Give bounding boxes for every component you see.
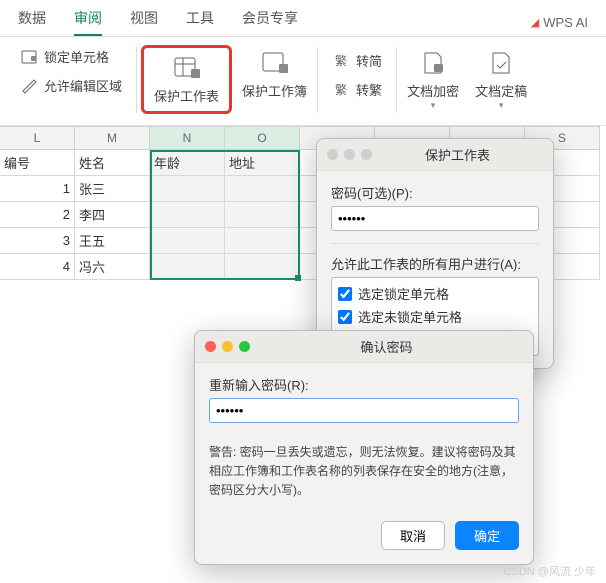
confirm-password-input[interactable] bbox=[209, 398, 519, 423]
cell[interactable] bbox=[150, 176, 225, 202]
protect-sheet-button[interactable]: 保护工作表 bbox=[148, 50, 225, 109]
to-simplified-button[interactable]: 繁 转简 bbox=[330, 49, 384, 72]
cell[interactable] bbox=[150, 228, 225, 254]
dialog-titlebar[interactable]: 保护工作表 bbox=[317, 139, 553, 171]
label: 锁定单元格 bbox=[44, 47, 109, 66]
label: 允许编辑区域 bbox=[44, 76, 122, 95]
highlighted-button: 保护工作表 bbox=[141, 45, 232, 114]
perm-item[interactable]: 选定锁定单元格 bbox=[338, 282, 532, 305]
col-header[interactable]: M bbox=[75, 126, 150, 150]
cell[interactable]: 编号 bbox=[0, 150, 75, 176]
file-lock-icon bbox=[418, 49, 448, 77]
label: 转简 bbox=[356, 51, 382, 70]
maximize-icon[interactable] bbox=[361, 149, 372, 160]
close-icon[interactable] bbox=[205, 341, 216, 352]
cell[interactable] bbox=[225, 202, 300, 228]
cell[interactable]: 张三 bbox=[75, 176, 150, 202]
col-header[interactable]: L bbox=[0, 126, 75, 150]
lock-icon bbox=[20, 48, 38, 66]
divider bbox=[317, 47, 318, 113]
cell[interactable] bbox=[225, 176, 300, 202]
cell[interactable] bbox=[225, 228, 300, 254]
to-traditional-button[interactable]: 繁 转繁 bbox=[330, 78, 384, 101]
dialog-title: 确认密码 bbox=[250, 337, 523, 356]
checkbox[interactable] bbox=[338, 287, 352, 301]
chevron-down-icon: ▾ bbox=[499, 100, 504, 111]
cell[interactable]: 2 bbox=[0, 202, 75, 228]
file-check-icon bbox=[486, 49, 516, 77]
cell[interactable]: 年龄 bbox=[150, 150, 225, 176]
dialog-titlebar[interactable]: 确认密码 bbox=[195, 331, 533, 363]
cell[interactable]: 4 bbox=[0, 254, 75, 280]
allow-edit-range-button[interactable]: 允许编辑区域 bbox=[18, 74, 124, 97]
password-input[interactable] bbox=[331, 206, 539, 231]
encrypt-doc-button[interactable]: 文档加密 ▾ bbox=[401, 45, 465, 115]
maximize-icon[interactable] bbox=[239, 341, 250, 352]
cell[interactable] bbox=[150, 202, 225, 228]
warning-text: 警告: 密码一旦丢失或遗忘，则无法恢复。建议将密码及其相应工作簿和工作表名称的列… bbox=[209, 443, 519, 501]
chinese-icon: 繁 bbox=[332, 52, 350, 70]
sheet-lock-icon bbox=[172, 54, 202, 82]
minimize-icon[interactable] bbox=[222, 341, 233, 352]
cell[interactable] bbox=[150, 254, 225, 280]
col-header[interactable]: N bbox=[150, 126, 225, 150]
password-label: 重新输入密码(R): bbox=[209, 375, 519, 394]
tab-data[interactable]: 数据 bbox=[18, 8, 46, 36]
divider bbox=[396, 47, 397, 113]
tab-tools[interactable]: 工具 bbox=[186, 8, 214, 36]
tab-member[interactable]: 会员专享 bbox=[242, 8, 298, 36]
label: 转繁 bbox=[356, 80, 382, 99]
cell[interactable]: 地址 bbox=[225, 150, 300, 176]
chinese-icon: 繁 bbox=[332, 81, 350, 99]
label: 文档加密 bbox=[407, 81, 459, 100]
finalize-doc-button[interactable]: 文档定稿 ▾ bbox=[469, 45, 533, 115]
label: 选定未锁定单元格 bbox=[358, 307, 462, 326]
close-icon[interactable] bbox=[327, 149, 338, 160]
label: 选定锁定单元格 bbox=[358, 284, 449, 303]
tab-view[interactable]: 视图 bbox=[130, 8, 158, 36]
minimize-icon[interactable] bbox=[344, 149, 355, 160]
tab-review[interactable]: 审阅 bbox=[74, 8, 102, 36]
label: 保护工作簿 bbox=[242, 81, 307, 100]
protect-workbook-button[interactable]: 保护工作簿 bbox=[236, 45, 313, 104]
cell[interactable] bbox=[225, 254, 300, 280]
permissions-label: 允许此工作表的所有用户进行(A): bbox=[331, 254, 539, 273]
pencil-range-icon bbox=[20, 77, 38, 95]
confirm-password-dialog: 确认密码 重新输入密码(R): 警告: 密码一旦丢失或遗忘，则无法恢复。建议将密… bbox=[194, 330, 534, 565]
cell[interactable]: 1 bbox=[0, 176, 75, 202]
divider bbox=[136, 47, 137, 113]
password-label: 密码(可选)(P): bbox=[331, 183, 539, 202]
cell[interactable]: 李四 bbox=[75, 202, 150, 228]
ribbon-toolbar: 锁定单元格 允许编辑区域 保护工作表 保护工作簿 繁 转简 繁 bbox=[0, 37, 606, 126]
ok-button[interactable]: 确定 bbox=[455, 521, 519, 550]
cell[interactable]: 冯六 bbox=[75, 254, 150, 280]
label: 保护工作表 bbox=[154, 86, 219, 105]
col-header[interactable]: O bbox=[225, 126, 300, 150]
workbook-lock-icon bbox=[260, 49, 290, 77]
cell[interactable]: 王五 bbox=[75, 228, 150, 254]
wps-ai-button[interactable]: ◢ WPS AI bbox=[531, 8, 588, 36]
checkbox[interactable] bbox=[338, 310, 352, 324]
label: 文档定稿 bbox=[475, 81, 527, 100]
dialog-title: 保护工作表 bbox=[372, 145, 543, 164]
watermark: CSDN @风流 少年 bbox=[504, 563, 596, 579]
wps-ai-label: WPS AI bbox=[543, 15, 588, 30]
perm-item[interactable]: 选定未锁定单元格 bbox=[338, 305, 532, 328]
cell[interactable]: 3 bbox=[0, 228, 75, 254]
cancel-button[interactable]: 取消 bbox=[381, 521, 445, 550]
cell[interactable]: 姓名 bbox=[75, 150, 150, 176]
chevron-down-icon: ▾ bbox=[431, 100, 436, 111]
wps-ai-icon: ◢ bbox=[531, 16, 539, 29]
lock-cell-button[interactable]: 锁定单元格 bbox=[18, 45, 124, 68]
